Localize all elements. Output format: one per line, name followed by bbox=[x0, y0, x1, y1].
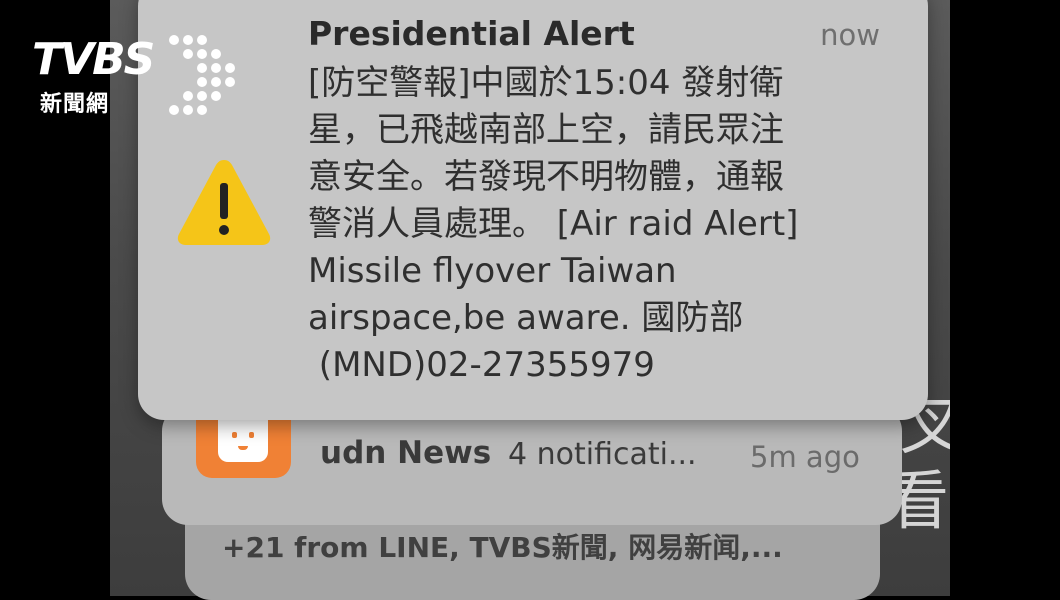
alert-message-line: (MND)02-27355979 bbox=[308, 345, 655, 385]
logo-brand: TVBS bbox=[32, 34, 155, 85]
udn-face-icon bbox=[218, 420, 268, 462]
logo-dot-pattern-icon bbox=[169, 35, 235, 115]
notification-count: 4 notificati... bbox=[508, 437, 697, 472]
warning-triangle-icon bbox=[177, 160, 271, 245]
udn-app-icon bbox=[196, 420, 291, 478]
tvbs-logo: TVBS 新聞網 bbox=[28, 16, 235, 117]
alert-message-line: [防空警報]中國於15:04 發射衛 bbox=[308, 63, 784, 103]
alert-message-line: airspace,be aware. 國防部 bbox=[308, 298, 744, 338]
alert-message-line: 警消人員處理。 [Air raid Alert] bbox=[308, 204, 799, 244]
logo-subtitle: 新聞網 bbox=[40, 92, 110, 117]
notification-time: 5m ago bbox=[750, 440, 860, 474]
alert-message: [防空警報]中國於15:04 發射衛 星，已飛越南部上空，請民眾注 意安全。若發… bbox=[308, 60, 908, 389]
more-notifications-text: +21 from LINE, TVBS新聞, 网易新闻,... bbox=[222, 531, 783, 564]
alert-time: now bbox=[820, 18, 880, 52]
alert-message-line: 意安全。若發現不明物體，通報 bbox=[308, 157, 784, 197]
notification-app-name: udn News bbox=[320, 435, 492, 471]
alert-message-line: Missile flyover Taiwan bbox=[308, 251, 677, 291]
alert-title: Presidential Alert bbox=[308, 14, 635, 53]
alert-message-line: 星，已飛越南部上空，請民眾注 bbox=[308, 110, 784, 150]
